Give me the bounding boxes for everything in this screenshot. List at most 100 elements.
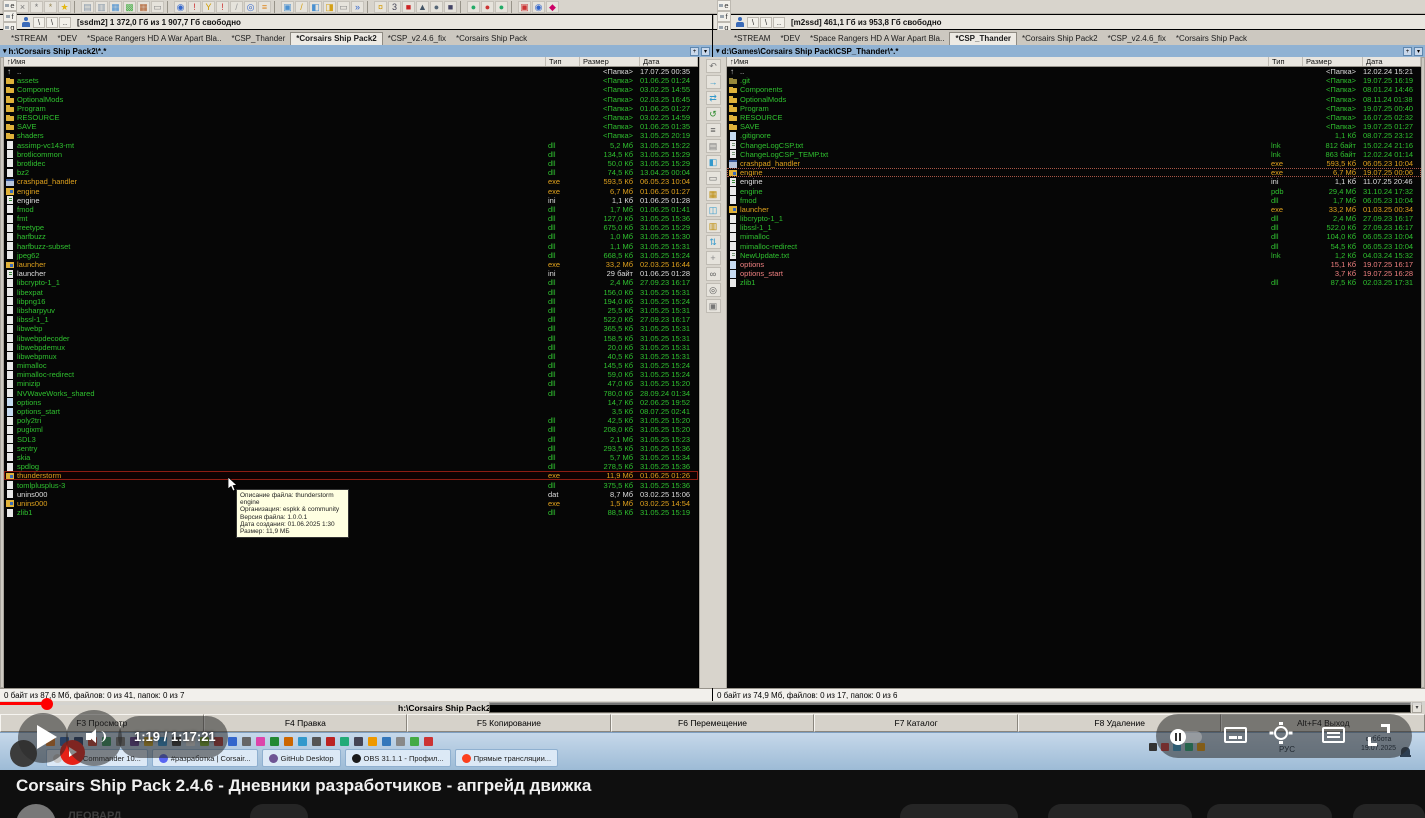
file-row[interactable]: libwebp dll 365,5 Кб 31.05.25 15:31 (4, 324, 698, 333)
subtitles-button[interactable] (1224, 727, 1247, 743)
file-row[interactable]: SAVE <Папка> 01.06.25 01:35 (4, 122, 698, 131)
toolbar-icon[interactable]: ◎ (244, 0, 257, 13)
root-button2[interactable]: \ (46, 16, 58, 28)
tray-app-icon[interactable] (326, 737, 335, 746)
toolbar-icon[interactable]: ◆ (546, 0, 559, 13)
file-row[interactable]: engine exe 6,7 Мб 19.07.25 00:06 (727, 168, 1421, 178)
file-row[interactable]: thunderstorm exe 11,9 Мб 01.06.25 01:26 (4, 471, 698, 481)
history-button[interactable]: ▾ (1414, 46, 1423, 56)
file-row[interactable]: .gitignore 1,1 Кб 08.07.25 23:12 (727, 131, 1421, 140)
tray-app-icon[interactable] (340, 737, 349, 746)
file-row[interactable]: brotlicommon dll 134,5 Кб 31.05.25 15:29 (4, 150, 698, 159)
tray-app-icon[interactable] (382, 737, 391, 746)
column-type[interactable]: Тип (546, 57, 580, 66)
toolbar-icon[interactable]: ■ (444, 0, 457, 13)
root-button[interactable]: \ (747, 16, 759, 28)
file-row[interactable]: launcher exe 33,2 Мб 02.03.25 16:44 (4, 260, 698, 269)
taskbar-window-button[interactable]: OBS 31.1.1 - Профил... (344, 749, 451, 767)
folder-tab[interactable]: *Corsairs Ship Pack2 (1017, 33, 1103, 45)
file-row[interactable]: poly2tri dll 42,5 Кб 31.05.25 15:20 (4, 416, 698, 425)
file-row[interactable]: brotlidec dll 50,0 Кб 31.05.25 15:29 (4, 159, 698, 168)
folder-tab[interactable]: *Corsairs Ship Pack (1171, 33, 1252, 45)
folder-tab[interactable]: *Corsairs Ship Pack2 (290, 32, 383, 45)
toolbar-icon[interactable] (511, 0, 515, 13)
drive-button[interactable]: f (717, 11, 731, 22)
miniplayer-button[interactable] (1322, 727, 1345, 743)
file-row[interactable]: Components <Папка> 03.02.25 14:55 (4, 85, 698, 94)
folder-tab[interactable]: *STREAM (729, 33, 775, 45)
center-toolbar-icon[interactable]: ⇅ (705, 235, 721, 249)
folder-tab[interactable]: *Corsairs Ship Pack (451, 33, 532, 45)
file-row[interactable]: unins000 dat 8,7 Мб 03.02.25 15:06 (4, 490, 698, 499)
tray-app-icon[interactable] (298, 737, 307, 746)
root-button[interactable]: \ (33, 16, 45, 28)
file-row[interactable]: harfbuzz dll 1,0 Мб 31.05.25 15:30 (4, 232, 698, 241)
tray-app-icon[interactable] (228, 737, 237, 746)
toolbar-icon[interactable]: ★ (58, 0, 71, 13)
folder-tab[interactable]: *CSP_Thander (226, 33, 290, 45)
file-row[interactable]: libexpat dll 156,0 Кб 31.05.25 15:31 (4, 288, 698, 297)
file-row[interactable]: crashpad_handler exe 593,5 Кб 06.05.23 1… (4, 177, 698, 187)
progress-bar[interactable] (0, 702, 1425, 705)
path-bar-left[interactable]: ▾ h:\Corsairs Ship Pack2\*.* + ▾ (0, 45, 712, 57)
taskbar-window-button[interactable]: Прямые трансляции... (454, 749, 559, 767)
column-type[interactable]: Тип (1269, 57, 1303, 66)
more-pill[interactable] (1353, 804, 1425, 818)
file-row[interactable]: mimalloc-redirect dll 54,5 Кб 06.05.23 1… (727, 242, 1421, 251)
file-row[interactable]: tomlplusplus-3 dll 375,5 Кб 31.05.25 15:… (4, 480, 698, 490)
file-row[interactable]: RESOURCE <Папка> 16.07.25 02:32 (727, 113, 1421, 122)
folder-tab[interactable]: *CSP_Thander (949, 32, 1018, 45)
file-row[interactable]: mimalloc dll 104,0 Кб 06.05.23 10:04 (727, 232, 1421, 241)
history-button[interactable]: ▾ (701, 46, 710, 56)
parent-dir-button[interactable]: .. (773, 16, 785, 28)
tray-app-icon[interactable] (354, 737, 363, 746)
toolbar-icon[interactable]: ! (188, 0, 201, 13)
file-row[interactable]: libwebpmux dll 40,5 Кб 31.05.25 15:31 (4, 352, 698, 361)
toolbar-icon[interactable]: ▣ (518, 0, 531, 13)
favorites-button[interactable]: + (1403, 46, 1412, 56)
toolbar-icon[interactable]: ▦ (137, 0, 150, 13)
file-row[interactable]: options 14,7 Кб 02.06.25 19:52 (4, 398, 698, 407)
settings-gear-icon[interactable] (1274, 721, 1288, 740)
folder-tab[interactable]: *CSP_v2.4.6_fix (1103, 33, 1171, 45)
file-row[interactable]: libsharpyuv dll 25,5 Кб 31.05.25 15:31 (4, 306, 698, 315)
toolbar-icon[interactable]: ◨ (323, 0, 336, 13)
column-name[interactable]: ↑Имя (4, 57, 546, 66)
center-toolbar-icon[interactable]: ◎ (705, 283, 721, 297)
tray-app-icon[interactable] (410, 737, 419, 746)
toolbar-icon[interactable]: ■ (402, 0, 415, 13)
favorites-button[interactable]: + (690, 46, 699, 56)
toolbar-icon[interactable]: / (230, 0, 243, 13)
column-name[interactable]: ↑Имя (727, 57, 1269, 66)
play-button[interactable] (37, 725, 57, 749)
center-toolbar-icon[interactable]: ↶ (705, 59, 721, 73)
file-row[interactable]: .. <Папка> 17.07.25 00:35 (4, 67, 698, 76)
file-row[interactable]: engine pdb 29,4 Мб 31.10.24 17:32 (727, 186, 1421, 196)
tray-app-icon[interactable] (368, 737, 377, 746)
file-row[interactable]: .git <Папка> 19.07.25 16:19 (727, 76, 1421, 85)
file-row[interactable]: crashpad_handler exe 593,5 Кб 06.05.23 1… (727, 159, 1421, 168)
fullscreen-button[interactable] (1368, 724, 1390, 746)
file-row[interactable]: .. <Папка> 12.02.24 15:21 (727, 67, 1421, 76)
toolbar-icon[interactable]: 3 (388, 0, 401, 13)
volume-icon[interactable] (86, 729, 106, 744)
folder-tab[interactable]: *STREAM (6, 33, 52, 45)
function-key-button[interactable]: F5 Копирование (407, 714, 611, 732)
file-row[interactable]: launcher ini 29 байт 01.06.25 01:28 (4, 269, 698, 278)
file-row[interactable]: options 15,1 Кб 19.07.25 16:17 (727, 260, 1421, 269)
center-toolbar-icon[interactable]: ≡ (705, 123, 721, 137)
file-row[interactable]: Components <Папка> 08.01.24 14:46 (727, 85, 1421, 94)
toolbar-icon[interactable]: ▲ (416, 0, 429, 13)
file-row[interactable]: ChangeLogCSP_TEMP.txt lnk 863 байт 12.02… (727, 150, 1421, 159)
center-toolbar-icon[interactable]: ∞ (705, 267, 721, 281)
center-toolbar-icon[interactable]: ◫ (705, 203, 721, 217)
toolbar-icon[interactable]: ▣ (281, 0, 294, 13)
share-pill[interactable] (1048, 804, 1192, 818)
file-row[interactable]: assets <Папка> 01.06.25 01:24 (4, 76, 698, 85)
folder-tab[interactable]: *Space Rangers HD A War Apart Bla.. (805, 33, 949, 45)
toolbar-icon[interactable]: / (295, 0, 308, 13)
toolbar-icon[interactable]: ● (430, 0, 443, 13)
like-dislike-pill[interactable] (900, 804, 1018, 818)
file-row[interactable]: Program <Папка> 01.06.25 01:27 (4, 104, 698, 113)
folder-tab[interactable]: *DEV (52, 33, 82, 45)
